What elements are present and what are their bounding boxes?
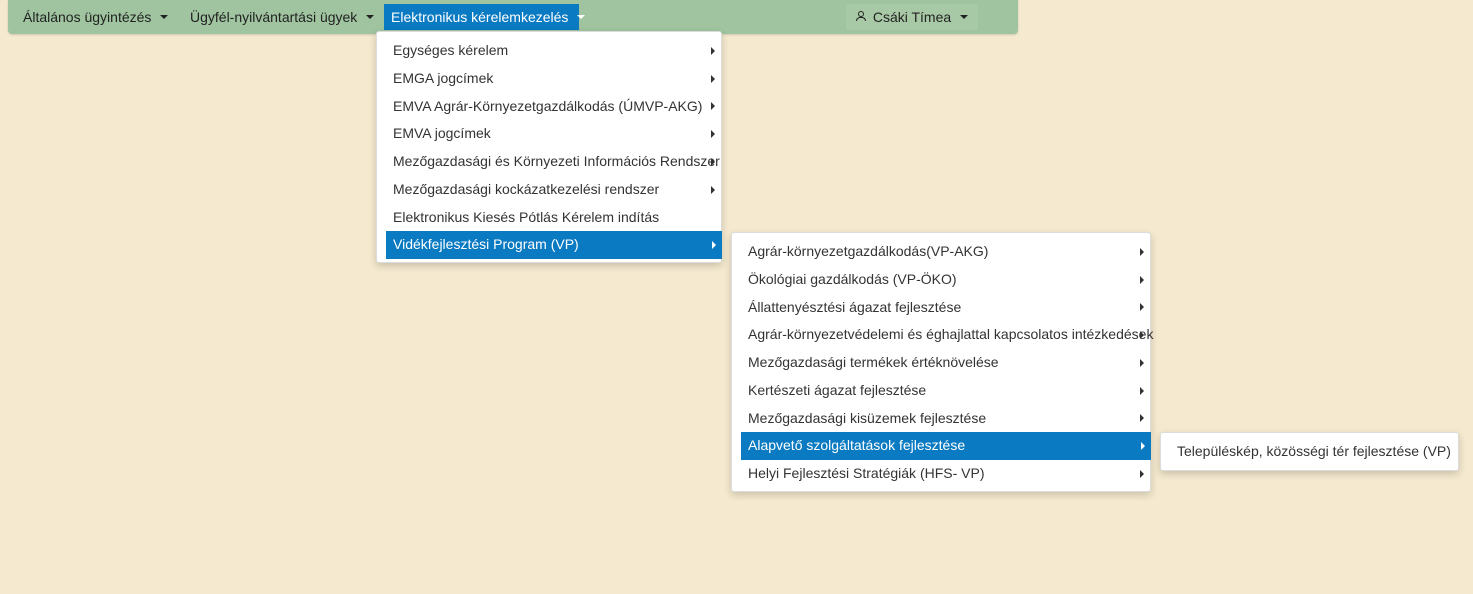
user-name: Csáki Tímea [872,9,952,25]
chevron-right-icon [1140,386,1144,395]
menu-item-label: Agrár-környezetvédelemi és éghajlattal k… [748,326,1154,343]
chevron-right-icon [1140,414,1144,423]
menu-item-emga-jogcimek[interactable]: EMGA jogcímek [377,65,721,93]
menu-item-egyseges-kerelem[interactable]: Egységes kérelem [377,37,721,65]
menu-item-kieses-potlas-kerelem[interactable]: Elektronikus Kiesés Pótlás Kérelem indít… [377,204,721,232]
menu-item-vp-oko[interactable]: Ökológiai gazdálkodás (VP-ÖKO) [732,266,1150,294]
menu-item-label: Mezőgazdasági termékek értéknövelése [748,354,999,370]
menu-item-label: Kertészeti ágazat fejlesztése [748,381,927,398]
caret-down-icon [577,15,586,20]
nav-ugyfel-nyilvantartasi-ugyek[interactable]: Ügyfél-nyilvántartási ügyek [183,4,381,30]
menu-item-kockazatkezelesi-rendszer[interactable]: Mezőgazdasági kockázatkezelési rendszer [377,176,721,204]
chevron-right-icon [711,130,715,139]
menu-item-vp-akg[interactable]: Agrár-környezetgazdálkodás(VP-AKG) [732,238,1150,266]
chevron-right-icon [711,185,715,194]
submenu-alapveto-szolgaltatasok: Településkép, közösségi tér fejlesztése … [1160,432,1459,471]
caret-down-icon [960,15,969,20]
menu-item-label: Településkép, közösségi tér fejlesztése … [1177,443,1451,459]
top-navbar: Általános ügyintézés Ügyfél-nyilvántartá… [8,0,1018,34]
menu-item-kisuzemek[interactable]: Mezőgazdasági kisüzemek fejlesztése [732,405,1150,433]
menu-item-label: Mezőgazdasági kisüzemek fejlesztése [748,409,987,426]
menu-item-emva-akg[interactable]: EMVA Agrár-Környezetgazdálkodás (ÚMVP-AK… [377,93,721,121]
menu-item-label: Mezőgazdasági és Környezeti Információs … [393,153,720,169]
menu-item-label: Elektronikus Kiesés Pótlás Kérelem indít… [393,208,660,225]
submenu-videkfejlesztesi-program: Agrár-környezetgazdálkodás(VP-AKG) Ökoló… [731,232,1154,492]
nav-altalanos-ugyintezes[interactable]: Általános ügyintézés [16,4,175,30]
chevron-right-icon [1140,331,1144,340]
chevron-right-icon [711,157,715,166]
menu-item-mezogazdasagi-kornyezeti-inf-rendszer[interactable]: Mezőgazdasági és Környezeti Információs … [377,148,721,176]
user-icon [855,11,866,22]
nav-elektronikus-kerelemkezeles[interactable]: Elektronikus kérelemkezelés [384,4,586,30]
chevron-right-icon [1140,469,1144,478]
menu-item-label: Mezőgazdasági kockázatkezelési rendszer [393,180,660,197]
chevron-right-icon [1140,358,1144,367]
dropdown-elektronikus-kerelemkezeles: Egységes kérelem EMGA jogcímek EMVA Agrá… [376,31,722,263]
menu-item-label: EMVA Agrár-Környezetgazdálkodás (ÚMVP-AK… [393,97,703,114]
menu-item-kerteszeti-agazat[interactable]: Kertészeti ágazat fejlesztése [732,377,1150,405]
user-menu-button[interactable]: Csáki Tímea [846,4,978,30]
menu-item-emva-jogcimek[interactable]: EMVA jogcímek [377,120,721,148]
chevron-right-icon [711,102,715,111]
menu-item-label: EMVA jogcímek [393,125,491,142]
menu-item-allattenyesztes[interactable]: Állattenyésztési ágazat fejlesztése [732,294,1150,322]
menu-item-hfs-vp[interactable]: Helyi Fejlesztési Stratégiák (HFS- VP) [732,460,1150,488]
menu-item-label: Agrár-környezetgazdálkodás(VP-AKG) [748,243,989,259]
menu-item-alapveto-szolgaltatasok[interactable]: Alapvető szolgáltatások fejlesztése [741,432,1151,460]
menu-item-label: Állattenyésztési ágazat fejlesztése [748,298,962,315]
menu-item-label: Ökológiai gazdálkodás (VP-ÖKO) [748,270,957,287]
menu-item-label: EMGA jogcímek [393,69,494,86]
caret-down-icon [160,15,169,20]
menu-item-agrar-kornyezetvedelmi[interactable]: Agrár-környezetvédelemi és éghajlattal k… [732,321,1154,349]
menu-item-label: Alapvető szolgáltatások fejlesztése [748,437,966,454]
menu-item-telepuleskep-kozossegi-ter[interactable]: Településkép, közösségi tér fejlesztése … [1161,433,1458,470]
chevron-right-icon [1141,442,1145,451]
chevron-right-icon [712,241,716,250]
chevron-right-icon [1140,275,1144,284]
nav-ugyfel-nyilvantartasi-ugyek-label: Ügyfél-nyilvántartási ügyek [190,9,358,25]
caret-down-icon [366,15,375,20]
menu-item-label: Egységes kérelem [393,42,509,58]
chevron-right-icon [711,74,715,83]
nav-elektronikus-kerelemkezeles-label: Elektronikus kérelemkezelés [391,9,569,25]
menu-item-videkfejlesztesi-program[interactable]: Vidékfejlesztési Program (VP) [386,231,722,259]
nav-altalanos-ugyintezes-label: Általános ügyintézés [23,9,152,25]
chevron-right-icon [711,46,715,55]
menu-item-label: Vidékfejlesztési Program (VP) [393,236,579,253]
chevron-right-icon [1140,303,1144,312]
chevron-right-icon [1140,247,1144,256]
menu-item-termekek-erteknovelese[interactable]: Mezőgazdasági termékek értéknövelése [732,349,1150,377]
menu-item-label: Helyi Fejlesztési Stratégiák (HFS- VP) [748,465,985,481]
